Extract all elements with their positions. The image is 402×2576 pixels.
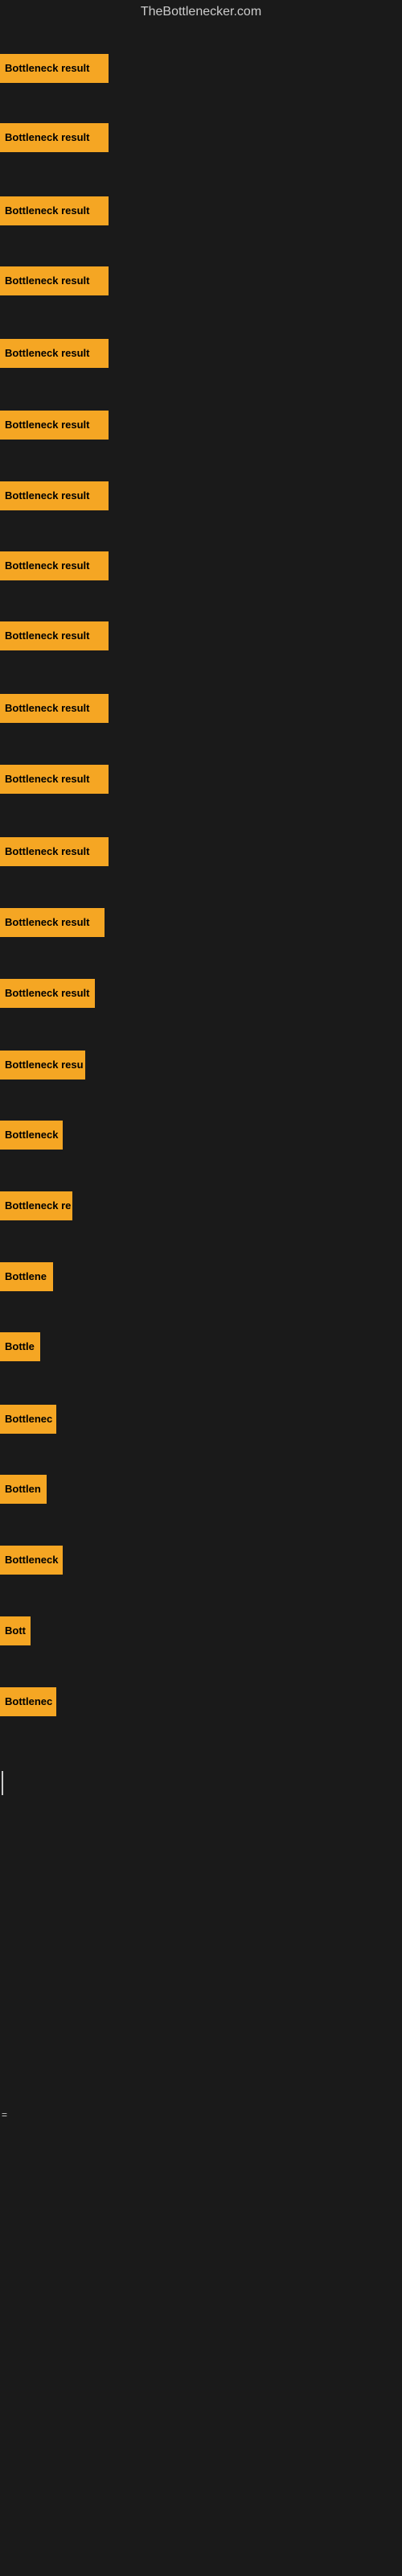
result-bar-fill-9: Bottleneck result (0, 621, 109, 650)
result-bar-fill-16: Bottleneck (0, 1121, 63, 1150)
result-bar-label-11: Bottleneck result (5, 773, 89, 785)
result-bar-fill-22: Bottleneck (0, 1546, 63, 1575)
small-indicator: = (2, 2109, 7, 2120)
result-bar-16: Bottleneck (0, 1113, 402, 1157)
result-bar-10: Bottleneck result (0, 686, 402, 730)
result-bar-fill-3: Bottleneck result (0, 196, 109, 225)
result-bar-label-15: Bottleneck resu (5, 1059, 84, 1071)
result-bar-15: Bottleneck resu (0, 1042, 402, 1087)
result-bar-label-1: Bottleneck result (5, 62, 89, 74)
result-bar-fill-10: Bottleneck result (0, 694, 109, 723)
result-bar-17: Bottleneck re (0, 1183, 402, 1228)
result-bar-21: Bottlen (0, 1467, 402, 1511)
result-bar-fill-6: Bottleneck result (0, 411, 109, 440)
result-bar-7: Bottleneck result (0, 473, 402, 518)
result-bar-fill-5: Bottleneck result (0, 339, 109, 368)
result-bar-label-6: Bottleneck result (5, 419, 89, 431)
result-bar-label-13: Bottleneck result (5, 916, 89, 928)
result-bar-label-18: Bottlene (5, 1270, 47, 1282)
result-bar-1: Bottleneck result (0, 46, 402, 90)
result-bar-fill-18: Bottlene (0, 1262, 53, 1291)
result-bar-label-14: Bottleneck result (5, 987, 89, 999)
result-bar-20: Bottlenec (0, 1397, 402, 1441)
result-bar-8: Bottleneck result (0, 543, 402, 588)
result-bar-2: Bottleneck result (0, 115, 402, 159)
result-bar-label-7: Bottleneck result (5, 489, 89, 502)
result-bar-label-9: Bottleneck result (5, 630, 89, 642)
result-bar-label-24: Bottlenec (5, 1695, 52, 1707)
result-bar-19: Bottle (0, 1324, 402, 1368)
result-bar-18: Bottlene (0, 1254, 402, 1298)
result-bar-fill-20: Bottlenec (0, 1405, 56, 1434)
result-bar-4: Bottleneck result (0, 258, 402, 303)
result-bar-fill-15: Bottleneck resu (0, 1051, 85, 1080)
result-bar-label-16: Bottleneck (5, 1129, 58, 1141)
result-bar-24: Bottlenec (0, 1679, 402, 1724)
result-bar-label-4: Bottleneck result (5, 275, 89, 287)
result-bar-label-19: Bottle (5, 1340, 35, 1352)
result-bar-fill-21: Bottlen (0, 1475, 47, 1504)
result-bar-fill-12: Bottleneck result (0, 837, 109, 866)
result-bar-fill-23: Bott (0, 1616, 31, 1645)
result-bar-label-21: Bottlen (5, 1483, 41, 1495)
result-bar-14: Bottleneck result (0, 971, 402, 1015)
result-bar-label-22: Bottleneck (5, 1554, 58, 1566)
result-bar-label-8: Bottleneck result (5, 559, 89, 572)
result-bar-22: Bottleneck (0, 1538, 402, 1582)
result-bar-23: Bott (0, 1608, 402, 1653)
result-bar-label-2: Bottleneck result (5, 131, 89, 143)
result-bar-fill-11: Bottleneck result (0, 765, 109, 794)
cursor-indicator (2, 1771, 3, 1795)
result-bar-fill-4: Bottleneck result (0, 266, 109, 295)
result-bar-11: Bottleneck result (0, 757, 402, 801)
result-bar-label-17: Bottleneck re (5, 1199, 71, 1212)
result-bar-fill-17: Bottleneck re (0, 1191, 72, 1220)
result-bar-fill-2: Bottleneck result (0, 123, 109, 152)
result-bar-9: Bottleneck result (0, 613, 402, 658)
result-bar-label-12: Bottleneck result (5, 845, 89, 857)
result-bar-label-20: Bottlenec (5, 1413, 52, 1425)
result-bar-fill-8: Bottleneck result (0, 551, 109, 580)
result-bar-12: Bottleneck result (0, 829, 402, 873)
bars-container: Bottleneck result Bottleneck result Bottle… (0, 0, 402, 2576)
result-bar-5: Bottleneck result (0, 331, 402, 375)
result-bar-fill-7: Bottleneck result (0, 481, 109, 510)
result-bar-label-10: Bottleneck result (5, 702, 89, 714)
result-bar-fill-24: Bottlenec (0, 1687, 56, 1716)
result-bar-6: Bottleneck result (0, 402, 402, 447)
result-bar-fill-1: Bottleneck result (0, 54, 109, 83)
result-bar-fill-13: Bottleneck result (0, 908, 105, 937)
result-bar-label-3: Bottleneck result (5, 204, 89, 217)
result-bar-fill-19: Bottle (0, 1332, 40, 1361)
result-bar-3: Bottleneck result (0, 188, 402, 233)
result-bar-label-5: Bottleneck result (5, 347, 89, 359)
result-bar-fill-14: Bottleneck result (0, 979, 95, 1008)
result-bar-13: Bottleneck result (0, 900, 402, 944)
result-bar-label-23: Bott (5, 1624, 26, 1637)
